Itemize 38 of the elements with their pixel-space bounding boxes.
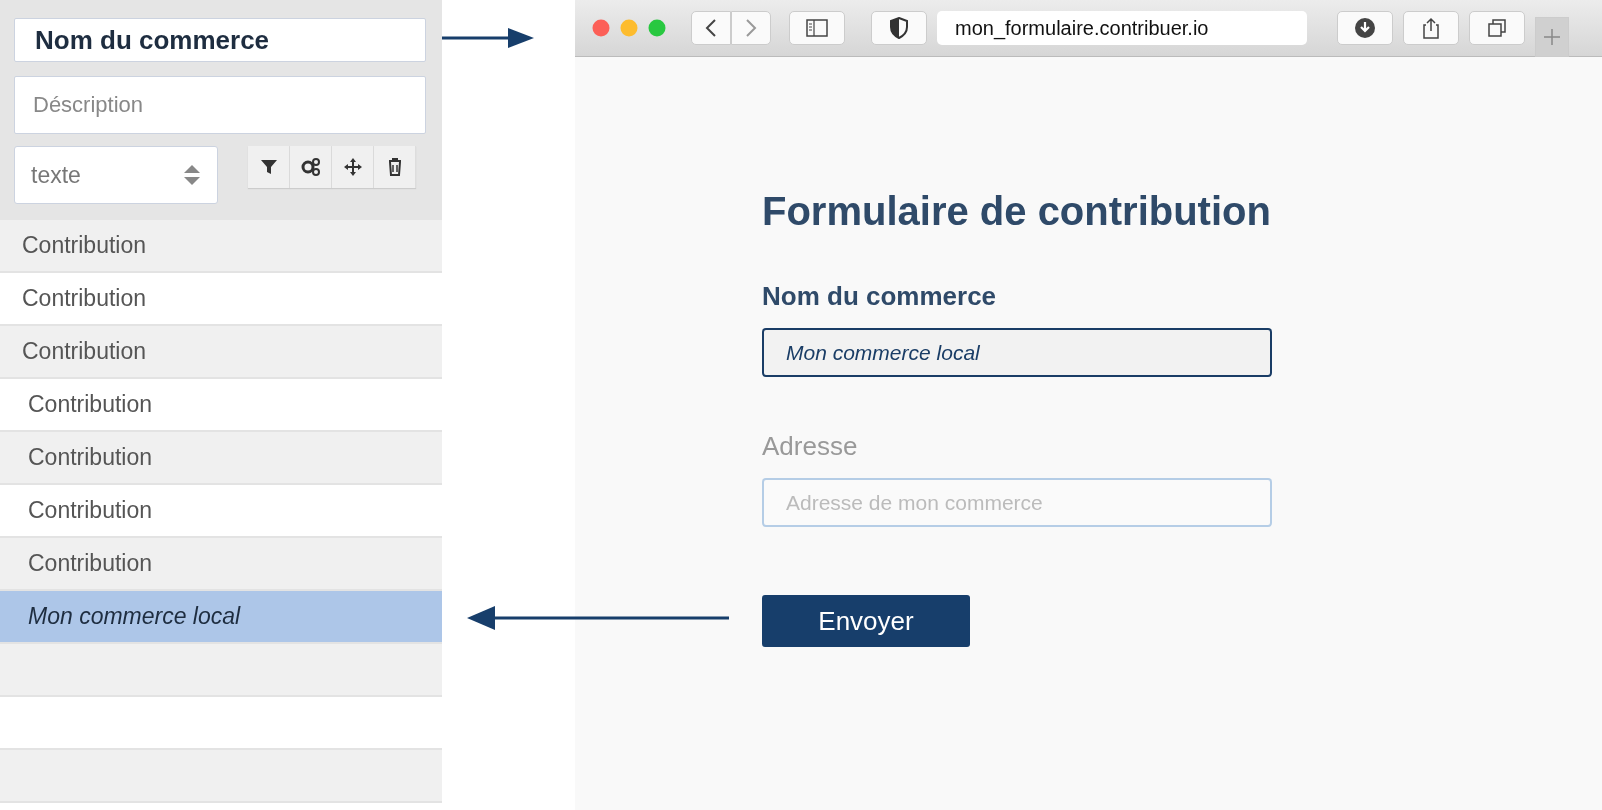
forward-icon bbox=[745, 18, 757, 38]
field-label: Nom du commerce bbox=[762, 280, 998, 313]
sidebar-icon bbox=[806, 17, 828, 39]
back-icon bbox=[705, 18, 717, 38]
filter-button[interactable] bbox=[248, 146, 290, 188]
download-icon bbox=[1354, 17, 1376, 39]
list-row[interactable]: Contribution bbox=[0, 538, 442, 591]
gears-button[interactable] bbox=[290, 146, 332, 188]
address-bar[interactable]: mon_formulaire.contribuer.io bbox=[937, 11, 1307, 45]
sidebar-button[interactable] bbox=[789, 11, 845, 45]
share-button[interactable] bbox=[1403, 11, 1459, 45]
plus-icon bbox=[1543, 27, 1561, 46]
tabs-button[interactable] bbox=[1469, 11, 1525, 45]
field-label: Adresse bbox=[762, 430, 859, 463]
move-icon bbox=[342, 157, 363, 177]
list-row[interactable]: Contribution bbox=[0, 432, 442, 485]
form-title: Formulaire de contribution bbox=[762, 188, 1272, 235]
description-field[interactable]: Déscription bbox=[14, 76, 426, 134]
gears-icon bbox=[300, 157, 321, 177]
title-input[interactable]: Nom du commerce bbox=[14, 18, 426, 62]
type-select[interactable]: texte bbox=[14, 146, 218, 204]
list-row[interactable]: Contribution bbox=[0, 326, 442, 379]
trash-button[interactable] bbox=[374, 146, 416, 188]
back-button[interactable] bbox=[691, 11, 731, 45]
tabs-icon bbox=[1486, 17, 1508, 39]
move-button[interactable] bbox=[332, 146, 374, 188]
window-controls-icon bbox=[591, 18, 667, 38]
shield-button[interactable] bbox=[871, 11, 927, 45]
shield-icon bbox=[888, 17, 910, 39]
download-button[interactable] bbox=[1337, 11, 1393, 45]
submit-button[interactable]: Envoyer bbox=[762, 595, 970, 647]
list-row[interactable]: Mon commerce local bbox=[0, 591, 442, 644]
text-input[interactable]: Mon commerce local bbox=[762, 328, 1272, 377]
filter-icon bbox=[258, 157, 279, 177]
text-input[interactable]: Adresse de mon commerce bbox=[762, 478, 1272, 527]
list-row[interactable]: Contribution bbox=[0, 220, 442, 273]
sort-arrows-icon bbox=[183, 163, 201, 187]
share-icon bbox=[1420, 17, 1442, 39]
